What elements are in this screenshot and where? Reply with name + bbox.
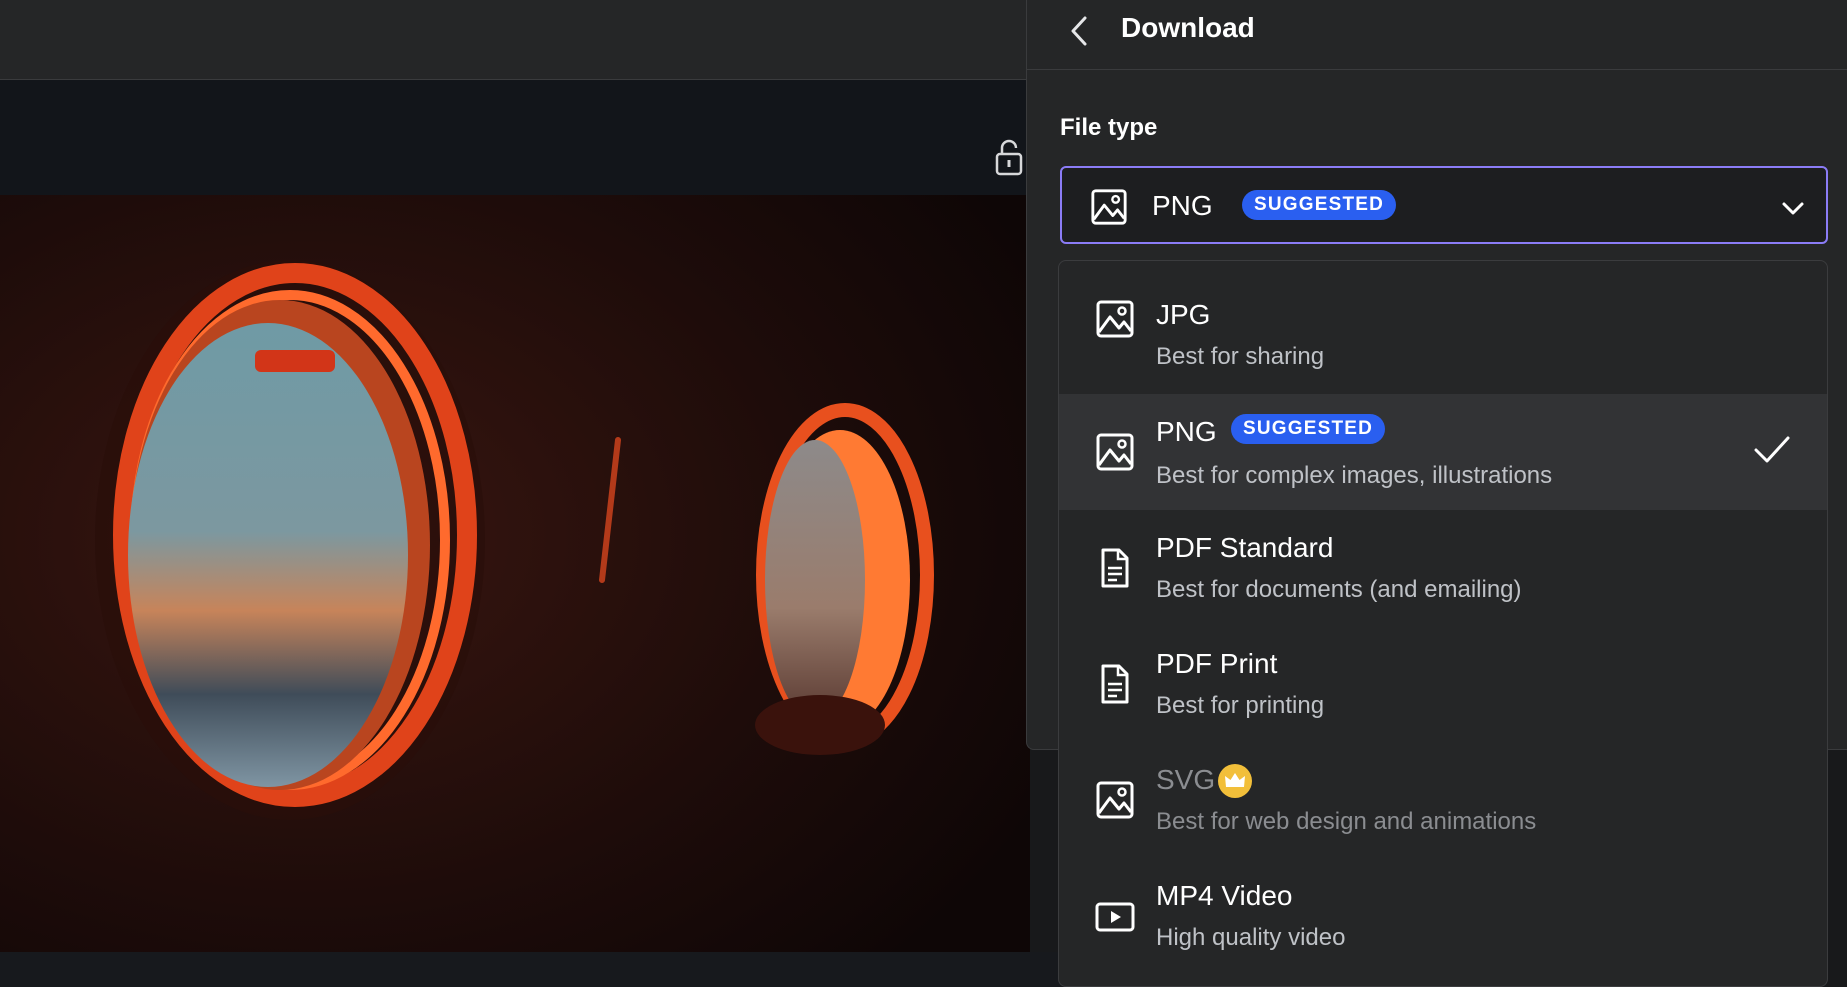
suggested-badge: SUGGESTED (1242, 190, 1397, 220)
menu-item-name: PDF Standard (1156, 532, 1334, 563)
file-type-dropdown-menu: JPG Best for sharing PNG SUGGESTED Best … (1058, 260, 1828, 987)
menu-item-svg[interactable]: SVG Best for web design and animations (1059, 742, 1827, 858)
design-canvas-image[interactable] (0, 195, 1030, 952)
menu-item-name: MP4 Video (1156, 880, 1293, 911)
menu-item-name: SVG (1156, 764, 1216, 795)
document-icon (1101, 548, 1129, 588)
menu-item-name: PNG (1156, 416, 1217, 447)
editor-top-bar (0, 0, 1030, 80)
airplane-windows-photo (0, 195, 1030, 952)
panel-title: Download (1121, 12, 1255, 43)
image-icon (1096, 781, 1134, 819)
menu-item-description: High quality video (1156, 924, 1346, 951)
menu-item-png[interactable]: PNG SUGGESTED Best for complex images, i… (1059, 394, 1827, 510)
menu-item-pdf-print[interactable]: PDF Print Best for printing (1059, 626, 1827, 742)
unlock-icon[interactable] (994, 138, 1024, 176)
suggested-badge: SUGGESTED (1231, 414, 1386, 444)
image-icon (1096, 300, 1134, 338)
menu-item-description: Best for printing (1156, 692, 1325, 719)
menu-item-jpg[interactable]: JPG Best for sharing (1059, 261, 1827, 377)
menu-item-mp4-video[interactable]: MP4 Video High quality video (1059, 858, 1827, 974)
menu-item-pdf-standard[interactable]: PDF Standard Best for documents (and ema… (1059, 510, 1827, 626)
canvas-toolbar-area (0, 80, 1030, 195)
file-type-label: File type (1060, 114, 1158, 141)
video-icon (1095, 902, 1135, 932)
document-icon (1101, 664, 1129, 704)
menu-item-description: Best for sharing (1156, 343, 1325, 370)
selected-file-type: PNG (1152, 190, 1213, 221)
image-icon (1096, 433, 1134, 471)
image-icon (1091, 189, 1127, 225)
menu-item-description: Best for web design and animations (1156, 808, 1537, 835)
menu-item-description: Best for complex images, illustrations (1156, 462, 1553, 489)
canvas-bottom-strip (0, 952, 1060, 987)
premium-crown-icon (1218, 764, 1252, 798)
chevron-down-icon (1782, 202, 1804, 215)
menu-item-description: Best for documents (and emailing) (1156, 576, 1522, 603)
file-type-select[interactable]: PNG SUGGESTED (1060, 166, 1828, 244)
menu-item-name: PDF Print (1156, 648, 1278, 679)
menu-item-name: JPG (1156, 299, 1211, 330)
panel-header: Download (1027, 0, 1847, 70)
back-arrow-icon[interactable] (1065, 14, 1095, 48)
checkmark-icon (1754, 436, 1790, 463)
